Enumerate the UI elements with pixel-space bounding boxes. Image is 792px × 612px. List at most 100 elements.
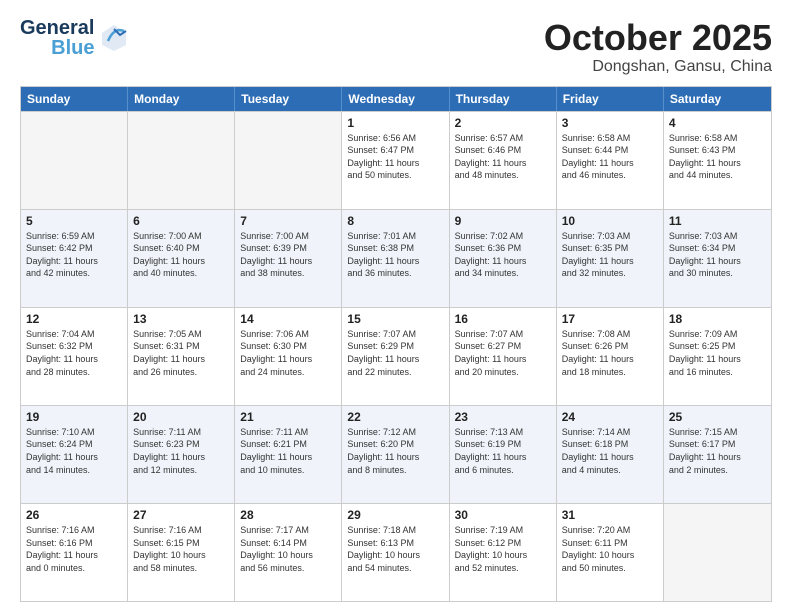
- day-cell-13: 13 Sunrise: 7:05 AM Sunset: 6:31 PM Dayli…: [128, 308, 235, 405]
- day-number: 26: [26, 508, 122, 522]
- day-cell-31: 31 Sunrise: 7:20 AM Sunset: 6:11 PM Dayli…: [557, 504, 664, 601]
- calendar-row-1: 1Sunrise: 6:56 AM Sunset: 6:47 PM Daylig…: [21, 111, 771, 209]
- day-number: 2: [455, 116, 551, 130]
- day-info: Sunrise: 7:02 AM Sunset: 6:36 PM Dayligh…: [455, 230, 551, 280]
- day-info: Sunrise: 7:13 AM Sunset: 6:19 PM Dayligh…: [455, 426, 551, 476]
- day-info: Sunrise: 7:03 AM Sunset: 6:35 PM Dayligh…: [562, 230, 658, 280]
- day-info: Sunrise: 7:16 AM Sunset: 6:16 PM Dayligh…: [26, 524, 122, 574]
- day-number: 11: [669, 214, 766, 228]
- day-info: Sunrise: 7:09 AM Sunset: 6:25 PM Dayligh…: [669, 328, 766, 378]
- title-block: October 2025 Dongshan, Gansu, China: [544, 18, 772, 76]
- weekday-header-sunday: Sunday: [21, 87, 128, 111]
- calendar-header: SundayMondayTuesdayWednesdayThursdayFrid…: [21, 87, 771, 111]
- day-cell-24: 24 Sunrise: 7:14 AM Sunset: 6:18 PM Dayli…: [557, 406, 664, 503]
- page: General Blue October 2025 Dongshan, Gans…: [0, 0, 792, 612]
- day-info: Sunrise: 7:18 AM Sunset: 6:13 PM Dayligh…: [347, 524, 443, 574]
- day-cell-8: 8 Sunrise: 7:01 AM Sunset: 6:38 PM Daylig…: [342, 210, 449, 307]
- day-cell-19: 19Sunrise: 7:10 AM Sunset: 6:24 PM Dayli…: [21, 406, 128, 503]
- day-cell-11: 11 Sunrise: 7:03 AM Sunset: 6:34 PM Dayli…: [664, 210, 771, 307]
- logo-blue: Blue: [51, 38, 94, 58]
- day-cell-22: 22 Sunrise: 7:12 AM Sunset: 6:20 PM Dayli…: [342, 406, 449, 503]
- calendar-row-5: 26 Sunrise: 7:16 AM Sunset: 6:16 PM Dayli…: [21, 503, 771, 601]
- day-info: Sunrise: 7:10 AM Sunset: 6:24 PM Dayligh…: [26, 426, 122, 476]
- day-number: 22: [347, 410, 443, 424]
- day-cell-25: 25 Sunrise: 7:15 AM Sunset: 6:17 PM Dayli…: [664, 406, 771, 503]
- weekday-header-friday: Friday: [557, 87, 664, 111]
- empty-cell: [235, 112, 342, 209]
- day-info: Sunrise: 7:06 AM Sunset: 6:30 PM Dayligh…: [240, 328, 336, 378]
- day-info: Sunrise: 7:01 AM Sunset: 6:38 PM Dayligh…: [347, 230, 443, 280]
- day-cell-10: 10Sunrise: 7:03 AM Sunset: 6:35 PM Dayli…: [557, 210, 664, 307]
- day-info: Sunrise: 7:00 AM Sunset: 6:40 PM Dayligh…: [133, 230, 229, 280]
- day-cell-6: 6 Sunrise: 7:00 AM Sunset: 6:40 PM Daylig…: [128, 210, 235, 307]
- day-info: Sunrise: 7:03 AM Sunset: 6:34 PM Dayligh…: [669, 230, 766, 280]
- day-info: Sunrise: 7:07 AM Sunset: 6:29 PM Dayligh…: [347, 328, 443, 378]
- day-cell-27: 27Sunrise: 7:16 AM Sunset: 6:15 PM Dayli…: [128, 504, 235, 601]
- day-cell-1: 1Sunrise: 6:56 AM Sunset: 6:47 PM Daylig…: [342, 112, 449, 209]
- day-info: Sunrise: 6:58 AM Sunset: 6:44 PM Dayligh…: [562, 132, 658, 182]
- weekday-header-monday: Monday: [128, 87, 235, 111]
- day-cell-20: 20 Sunrise: 7:11 AM Sunset: 6:23 PM Dayli…: [128, 406, 235, 503]
- day-number: 5: [26, 214, 122, 228]
- day-cell-16: 16 Sunrise: 7:07 AM Sunset: 6:27 PM Dayli…: [450, 308, 557, 405]
- day-info: Sunrise: 7:19 AM Sunset: 6:12 PM Dayligh…: [455, 524, 551, 574]
- day-info: Sunrise: 6:56 AM Sunset: 6:47 PM Dayligh…: [347, 132, 443, 182]
- day-cell-23: 23 Sunrise: 7:13 AM Sunset: 6:19 PM Dayli…: [450, 406, 557, 503]
- weekday-header-thursday: Thursday: [450, 87, 557, 111]
- day-cell-5: 5 Sunrise: 6:59 AM Sunset: 6:42 PM Daylig…: [21, 210, 128, 307]
- day-info: Sunrise: 7:11 AM Sunset: 6:21 PM Dayligh…: [240, 426, 336, 476]
- day-number: 14: [240, 312, 336, 326]
- logo-icon: [100, 23, 128, 56]
- day-cell-3: 3Sunrise: 6:58 AM Sunset: 6:44 PM Daylig…: [557, 112, 664, 209]
- day-cell-21: 21Sunrise: 7:11 AM Sunset: 6:21 PM Dayli…: [235, 406, 342, 503]
- day-number: 8: [347, 214, 443, 228]
- day-info: Sunrise: 6:59 AM Sunset: 6:42 PM Dayligh…: [26, 230, 122, 280]
- day-number: 6: [133, 214, 229, 228]
- day-info: Sunrise: 7:14 AM Sunset: 6:18 PM Dayligh…: [562, 426, 658, 476]
- day-number: 7: [240, 214, 336, 228]
- day-info: Sunrise: 7:12 AM Sunset: 6:20 PM Dayligh…: [347, 426, 443, 476]
- day-cell-7: 7Sunrise: 7:00 AM Sunset: 6:39 PM Daylig…: [235, 210, 342, 307]
- weekday-header-tuesday: Tuesday: [235, 87, 342, 111]
- day-number: 13: [133, 312, 229, 326]
- day-cell-29: 29 Sunrise: 7:18 AM Sunset: 6:13 PM Dayli…: [342, 504, 449, 601]
- day-cell-28: 28Sunrise: 7:17 AM Sunset: 6:14 PM Dayli…: [235, 504, 342, 601]
- day-cell-17: 17 Sunrise: 7:08 AM Sunset: 6:26 PM Dayli…: [557, 308, 664, 405]
- calendar-row-3: 12 Sunrise: 7:04 AM Sunset: 6:32 PM Dayli…: [21, 307, 771, 405]
- day-number: 24: [562, 410, 658, 424]
- calendar: SundayMondayTuesdayWednesdayThursdayFrid…: [20, 86, 772, 602]
- location-title: Dongshan, Gansu, China: [544, 58, 772, 76]
- day-number: 31: [562, 508, 658, 522]
- day-info: Sunrise: 7:05 AM Sunset: 6:31 PM Dayligh…: [133, 328, 229, 378]
- day-number: 25: [669, 410, 766, 424]
- day-cell-15: 15 Sunrise: 7:07 AM Sunset: 6:29 PM Dayli…: [342, 308, 449, 405]
- day-info: Sunrise: 6:58 AM Sunset: 6:43 PM Dayligh…: [669, 132, 766, 182]
- header: General Blue October 2025 Dongshan, Gans…: [20, 18, 772, 76]
- day-number: 20: [133, 410, 229, 424]
- day-number: 12: [26, 312, 122, 326]
- day-info: Sunrise: 6:57 AM Sunset: 6:46 PM Dayligh…: [455, 132, 551, 182]
- day-number: 23: [455, 410, 551, 424]
- day-info: Sunrise: 7:20 AM Sunset: 6:11 PM Dayligh…: [562, 524, 658, 574]
- day-info: Sunrise: 7:08 AM Sunset: 6:26 PM Dayligh…: [562, 328, 658, 378]
- day-cell-2: 2 Sunrise: 6:57 AM Sunset: 6:46 PM Daylig…: [450, 112, 557, 209]
- calendar-row-4: 19Sunrise: 7:10 AM Sunset: 6:24 PM Dayli…: [21, 405, 771, 503]
- day-cell-26: 26 Sunrise: 7:16 AM Sunset: 6:16 PM Dayli…: [21, 504, 128, 601]
- day-info: Sunrise: 7:15 AM Sunset: 6:17 PM Dayligh…: [669, 426, 766, 476]
- day-number: 16: [455, 312, 551, 326]
- day-number: 29: [347, 508, 443, 522]
- day-number: 17: [562, 312, 658, 326]
- day-info: Sunrise: 7:11 AM Sunset: 6:23 PM Dayligh…: [133, 426, 229, 476]
- day-number: 15: [347, 312, 443, 326]
- day-cell-12: 12 Sunrise: 7:04 AM Sunset: 6:32 PM Dayli…: [21, 308, 128, 405]
- logo: General Blue: [20, 18, 128, 58]
- day-info: Sunrise: 7:04 AM Sunset: 6:32 PM Dayligh…: [26, 328, 122, 378]
- day-number: 28: [240, 508, 336, 522]
- day-cell-18: 18Sunrise: 7:09 AM Sunset: 6:25 PM Dayli…: [664, 308, 771, 405]
- weekday-header-saturday: Saturday: [664, 87, 771, 111]
- day-number: 30: [455, 508, 551, 522]
- day-number: 27: [133, 508, 229, 522]
- day-cell-9: 9 Sunrise: 7:02 AM Sunset: 6:36 PM Daylig…: [450, 210, 557, 307]
- day-info: Sunrise: 7:07 AM Sunset: 6:27 PM Dayligh…: [455, 328, 551, 378]
- day-number: 9: [455, 214, 551, 228]
